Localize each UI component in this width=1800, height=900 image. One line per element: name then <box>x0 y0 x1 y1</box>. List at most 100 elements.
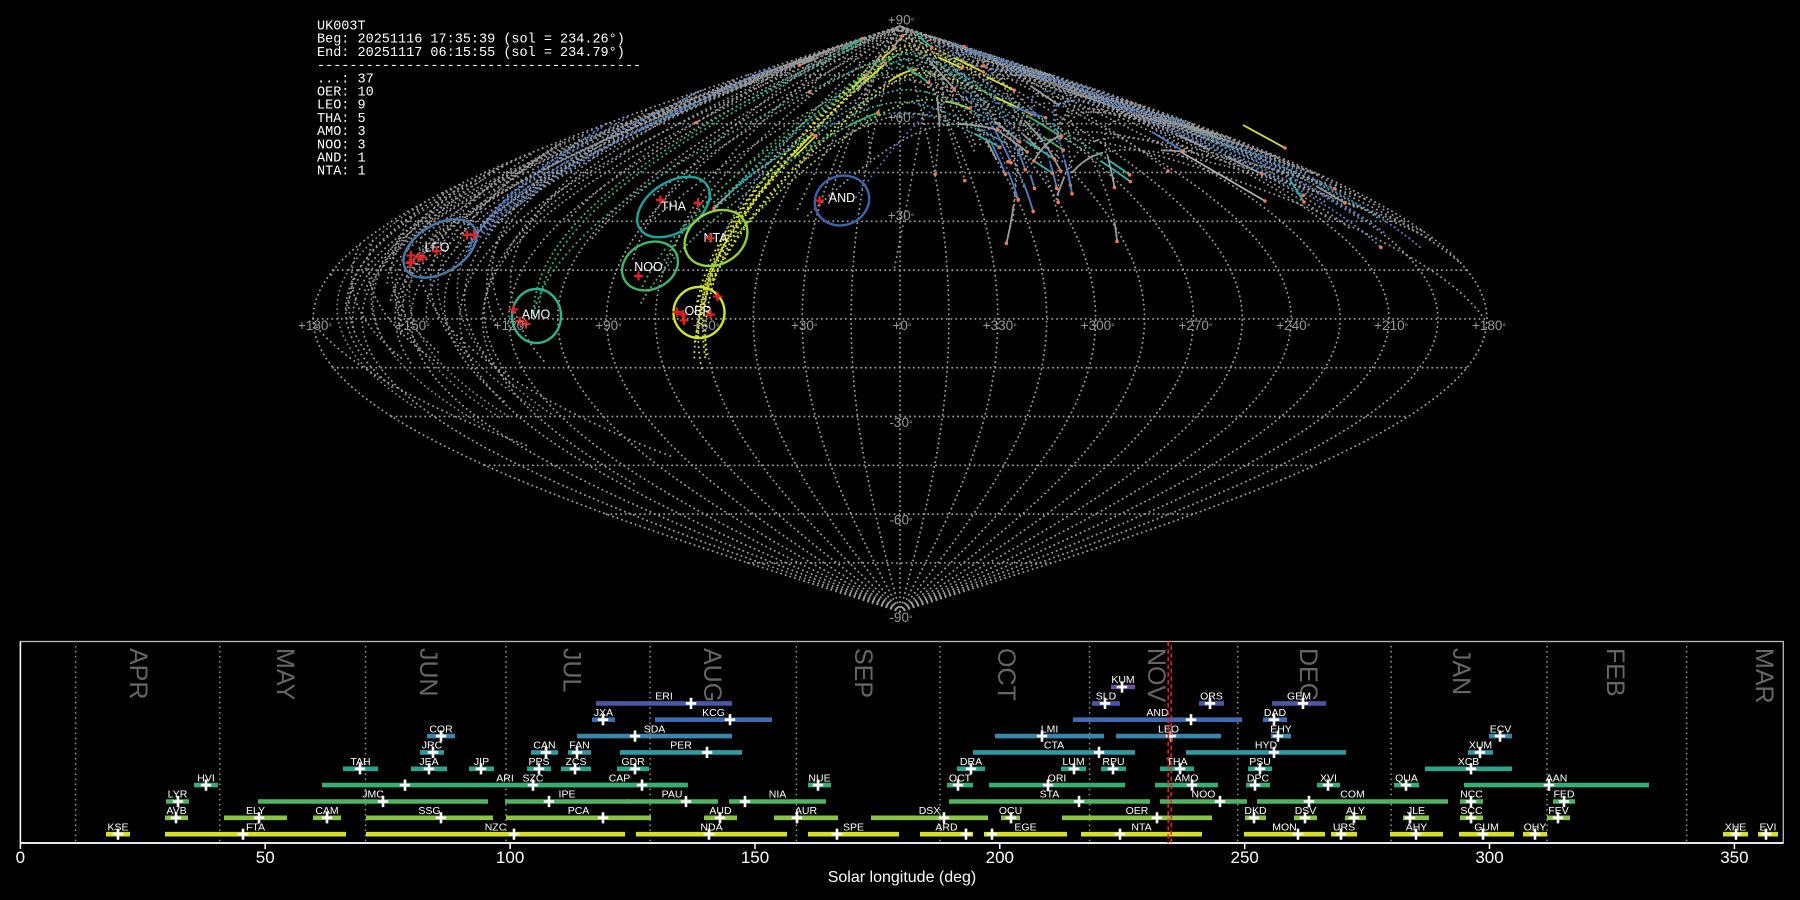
svg-text:LYR: LYR <box>168 789 188 801</box>
svg-text:PPS: PPS <box>528 756 549 768</box>
svg-text:URS: URS <box>1333 821 1355 833</box>
svg-text:MAR: MAR <box>1750 648 1778 704</box>
svg-text:ELY: ELY <box>246 805 265 817</box>
svg-text:NTA: 1: NTA: 1 <box>317 165 366 180</box>
svg-text:150: 150 <box>741 848 769 867</box>
svg-text:GDR: GDR <box>621 756 645 768</box>
svg-text:CAN: CAN <box>533 740 555 752</box>
svg-text:0: 0 <box>16 848 25 867</box>
svg-text:FTA: FTA <box>246 821 265 833</box>
svg-text:+300°: +300° <box>1081 318 1115 333</box>
svg-text:LMI: LMI <box>1041 723 1059 735</box>
svg-text:ARD: ARD <box>935 821 958 833</box>
svg-text:AUR: AUR <box>795 805 818 817</box>
svg-text:LUM: LUM <box>1062 756 1084 768</box>
svg-text:KUM: KUM <box>1111 674 1134 686</box>
svg-text:DKD: DKD <box>1244 805 1267 817</box>
svg-text:AUD: AUD <box>709 805 732 817</box>
svg-text:RPU: RPU <box>1102 756 1124 768</box>
svg-text:FEV: FEV <box>1548 805 1568 817</box>
svg-text:XVI: XVI <box>1320 772 1337 784</box>
svg-text:100: 100 <box>496 848 524 867</box>
svg-text:SSG: SSG <box>418 805 440 817</box>
svg-text:PSU: PSU <box>1249 756 1271 768</box>
svg-text:GEM: GEM <box>1287 691 1311 703</box>
svg-text:+30°: +30° <box>791 318 818 333</box>
svg-text:PER: PER <box>670 740 692 752</box>
svg-text:+30°: +30° <box>888 208 915 223</box>
svg-text:AAN: AAN <box>1546 772 1568 784</box>
svg-text:MON: MON <box>1272 821 1297 833</box>
svg-text:JXA: JXA <box>594 707 613 719</box>
svg-text:OER: OER <box>1126 805 1149 817</box>
svg-text:JMC: JMC <box>362 789 384 801</box>
svg-text:MAY: MAY <box>271 648 299 701</box>
svg-text:EHY: EHY <box>1270 723 1292 735</box>
svg-text:ECV: ECV <box>1490 723 1512 735</box>
svg-text:JAN: JAN <box>1447 648 1475 695</box>
svg-text:APR: APR <box>124 648 152 699</box>
svg-text:NOV: NOV <box>1142 648 1170 703</box>
svg-text:DRA: DRA <box>960 756 982 768</box>
svg-text:+60°: +60° <box>888 110 915 125</box>
svg-text:FEB: FEB <box>1601 648 1629 697</box>
svg-text:FED: FED <box>1554 789 1575 801</box>
svg-text:JRC: JRC <box>422 740 443 752</box>
svg-text:NUE: NUE <box>808 772 830 784</box>
svg-text:DSV: DSV <box>1295 805 1317 817</box>
svg-text:ARI: ARI <box>496 772 514 784</box>
svg-text:NCC: NCC <box>1460 789 1483 801</box>
svg-text:CAP: CAP <box>609 772 631 784</box>
svg-text:+150°: +150° <box>396 318 430 333</box>
svg-text:COM: COM <box>1340 789 1365 801</box>
svg-text:DPC: DPC <box>1247 772 1270 784</box>
svg-text:300: 300 <box>1475 848 1503 867</box>
svg-text:OCU: OCU <box>999 805 1022 817</box>
svg-text:SLD: SLD <box>1096 691 1117 703</box>
svg-text:+120°: +120° <box>494 318 528 333</box>
svg-text:+180°: +180° <box>1472 318 1506 333</box>
svg-text:CTA: CTA <box>1044 740 1064 752</box>
svg-text:TAH: TAH <box>350 756 370 768</box>
svg-text:XUM: XUM <box>1469 740 1492 752</box>
svg-text:AHY: AHY <box>1406 821 1428 833</box>
svg-text:200: 200 <box>986 848 1014 867</box>
svg-text:+180°: +180° <box>298 318 332 333</box>
svg-text:NDA: NDA <box>700 821 722 833</box>
svg-text:ORS: ORS <box>1200 691 1223 703</box>
svg-text:HVI: HVI <box>197 772 215 784</box>
svg-text:THA: THA <box>1167 756 1188 768</box>
svg-text:ZCS: ZCS <box>566 756 587 768</box>
svg-text:50: 50 <box>256 848 275 867</box>
svg-text:Solar longitude (deg): Solar longitude (deg) <box>828 869 977 886</box>
svg-text:ALY: ALY <box>1346 805 1365 817</box>
svg-text:PAU: PAU <box>662 789 683 801</box>
svg-text:+210°: +210° <box>1374 318 1408 333</box>
svg-text:SDA: SDA <box>644 723 666 735</box>
svg-text:+90°: +90° <box>595 318 622 333</box>
svg-text:SCC: SCC <box>1460 805 1483 817</box>
svg-text:PCA: PCA <box>568 805 590 817</box>
svg-text:ORI: ORI <box>1048 772 1067 784</box>
svg-text:IPE: IPE <box>559 789 576 801</box>
svg-text:KSE: KSE <box>107 821 128 833</box>
svg-text:CAM: CAM <box>315 805 338 817</box>
svg-text:SZC: SZC <box>523 772 544 784</box>
svg-text:HYD: HYD <box>1255 740 1278 752</box>
svg-text:+60°: +60° <box>693 318 720 333</box>
svg-text:QUA: QUA <box>1395 772 1418 784</box>
svg-text:250: 250 <box>1231 848 1259 867</box>
svg-text:SEP: SEP <box>849 648 877 698</box>
svg-text:JEA: JEA <box>419 756 438 768</box>
svg-text:+90°: +90° <box>888 13 915 28</box>
svg-text:NOO: NOO <box>1192 789 1216 801</box>
svg-text:AMO: AMO <box>1175 772 1199 784</box>
svg-text:+270°: +270° <box>1178 318 1212 333</box>
svg-text:GUM: GUM <box>1474 821 1499 833</box>
svg-text:STA: STA <box>1040 789 1060 801</box>
svg-text:OCT: OCT <box>949 772 972 784</box>
svg-text:NTA: NTA <box>1131 821 1151 833</box>
svg-text:EVI: EVI <box>1760 821 1777 833</box>
svg-text:XCB: XCB <box>1458 756 1480 768</box>
svg-text:JUN: JUN <box>414 648 442 697</box>
